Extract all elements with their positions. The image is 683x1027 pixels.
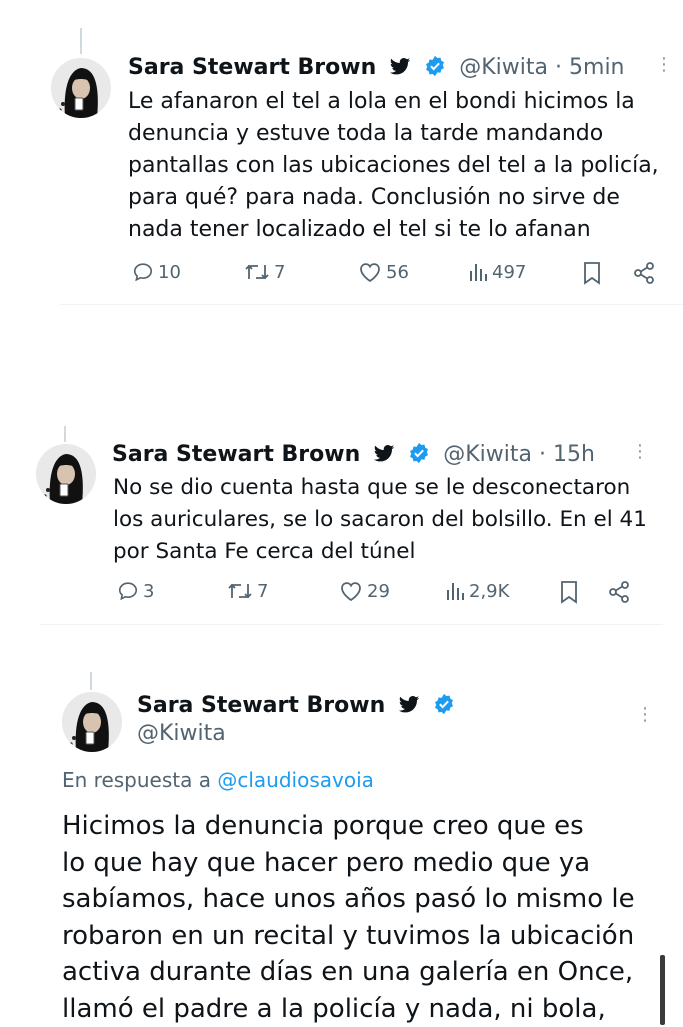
divider bbox=[40, 624, 663, 625]
heart-icon bbox=[339, 580, 363, 602]
tweet-text-line: No se dio cuenta hasta que se le descone… bbox=[113, 472, 647, 504]
tweet-text: No se dio cuenta hasta que se le descone… bbox=[113, 472, 647, 568]
more-options-icon[interactable]: ⋮ bbox=[636, 712, 642, 718]
more-options-icon[interactable]: ⋮ bbox=[631, 449, 637, 455]
retweet-button[interactable]: 7 bbox=[227, 580, 268, 602]
detail-text-line: sabíamos, hace unos años pasó lo mismo l… bbox=[62, 881, 682, 918]
reply-prefix: En respuesta a bbox=[62, 768, 211, 792]
retweet-icon bbox=[244, 261, 270, 283]
views-chart-icon bbox=[445, 580, 465, 602]
detail-text-line: robaron en un recital y tuvimos la ubica… bbox=[62, 918, 682, 955]
detail-text-line: lo que hay que hacer pero medio que ya bbox=[62, 845, 682, 882]
tweet-header: Sara Stewart Brown @Kiwita · 15h bbox=[112, 441, 595, 472]
like-button[interactable]: 56 bbox=[358, 261, 409, 283]
tweet-actions: 10 7 56 497 bbox=[128, 261, 658, 291]
twitter-bird-icon bbox=[398, 695, 420, 723]
twitter-bird-icon bbox=[373, 444, 395, 472]
separator-dot: · bbox=[555, 55, 562, 80]
avatar[interactable] bbox=[51, 58, 111, 118]
views-count: 497 bbox=[492, 262, 526, 283]
twitter-bird-icon bbox=[389, 57, 411, 85]
reply-icon bbox=[117, 580, 139, 602]
retweet-count: 7 bbox=[257, 581, 268, 602]
more-options-icon[interactable]: ⋮ bbox=[655, 62, 661, 68]
views-count: 2,9K bbox=[469, 581, 509, 602]
verified-badge-icon bbox=[408, 442, 430, 472]
tweet-text-line: por Santa Fe cerca del túnel bbox=[113, 536, 647, 568]
tweet-text-line: para qué? para nada. Conclusión no sirve… bbox=[128, 182, 659, 214]
tweet-text-line: los auriculares, se lo sacaron del bolsi… bbox=[113, 504, 647, 536]
bookmark-button[interactable] bbox=[582, 261, 602, 285]
author-handle[interactable]: @Kiwita bbox=[459, 55, 548, 80]
reply-context: En respuesta a @claudiosavoia bbox=[62, 768, 374, 792]
heart-icon bbox=[358, 261, 382, 283]
scrollbar[interactable] bbox=[660, 955, 665, 1025]
bookmark-button[interactable] bbox=[559, 580, 579, 604]
reply-count: 3 bbox=[143, 581, 154, 602]
detail-text: Hicimos la denuncia porque creo que es l… bbox=[62, 808, 682, 1027]
like-count: 29 bbox=[367, 581, 390, 602]
reply-button[interactable]: 3 bbox=[117, 580, 154, 602]
share-icon bbox=[607, 580, 631, 604]
thread-line-top bbox=[64, 426, 66, 442]
author-handle[interactable]: @Kiwita bbox=[137, 721, 226, 746]
tweet-text: Le afanaron el tel a lola en el bondi hi… bbox=[128, 86, 659, 246]
views-button[interactable]: 2,9K bbox=[445, 580, 509, 602]
tweet-text-line: denuncia y estuve toda la tarde mandando bbox=[128, 118, 659, 150]
tweet-text-line: pantallas con las ubicaciones del tel a … bbox=[128, 150, 659, 182]
detail-text-line: Hicimos la denuncia porque creo que es bbox=[62, 808, 682, 845]
scroll-artifact bbox=[60, 318, 530, 326]
tweet-time[interactable]: 15h bbox=[553, 442, 595, 467]
tweet-actions: 3 7 29 2,9K bbox=[113, 580, 643, 610]
retweet-icon bbox=[227, 580, 253, 602]
avatar[interactable] bbox=[36, 444, 96, 504]
reply-count: 10 bbox=[158, 262, 181, 283]
verified-badge-icon bbox=[424, 55, 446, 85]
separator-dot: · bbox=[539, 442, 546, 467]
detail-text-line: llamó el padre a la policía y nada, ni b… bbox=[62, 991, 682, 1027]
share-button[interactable] bbox=[607, 580, 631, 604]
thread-line-top bbox=[90, 672, 92, 690]
author-handle[interactable]: @Kiwita bbox=[443, 442, 532, 467]
reply-icon bbox=[132, 261, 154, 283]
detail-header: Sara Stewart Brown bbox=[137, 692, 455, 723]
divider bbox=[60, 304, 683, 305]
share-icon bbox=[632, 261, 656, 285]
views-chart-icon bbox=[468, 261, 488, 283]
views-button[interactable]: 497 bbox=[468, 261, 526, 283]
tweet-time[interactable]: 5min bbox=[569, 55, 624, 80]
bookmark-icon bbox=[559, 580, 579, 604]
author-name[interactable]: Sara Stewart Brown bbox=[112, 442, 360, 467]
author-name[interactable]: Sara Stewart Brown bbox=[128, 55, 376, 80]
like-count: 56 bbox=[386, 262, 409, 283]
author-name[interactable]: Sara Stewart Brown bbox=[137, 693, 385, 718]
like-button[interactable]: 29 bbox=[339, 580, 390, 602]
detail-handle-line: @Kiwita bbox=[137, 720, 226, 748]
retweet-count: 7 bbox=[274, 262, 285, 283]
reply-button[interactable]: 10 bbox=[132, 261, 181, 283]
share-button[interactable] bbox=[632, 261, 656, 285]
tweet-text-line: Le afanaron el tel a lola en el bondi hi… bbox=[128, 86, 659, 118]
thread-line-top bbox=[80, 28, 82, 54]
reply-mention-link[interactable]: @claudiosavoia bbox=[217, 768, 374, 792]
bookmark-icon bbox=[582, 261, 602, 285]
avatar[interactable] bbox=[62, 692, 122, 752]
tweet-header: Sara Stewart Brown @Kiwita · 5min bbox=[128, 54, 625, 85]
detail-text-line: activa durante días en una galería en On… bbox=[62, 954, 682, 991]
tweet-text-line: nada tener localizado el tel si te lo af… bbox=[128, 214, 659, 246]
verified-badge-icon bbox=[433, 693, 455, 723]
retweet-button[interactable]: 7 bbox=[244, 261, 285, 283]
